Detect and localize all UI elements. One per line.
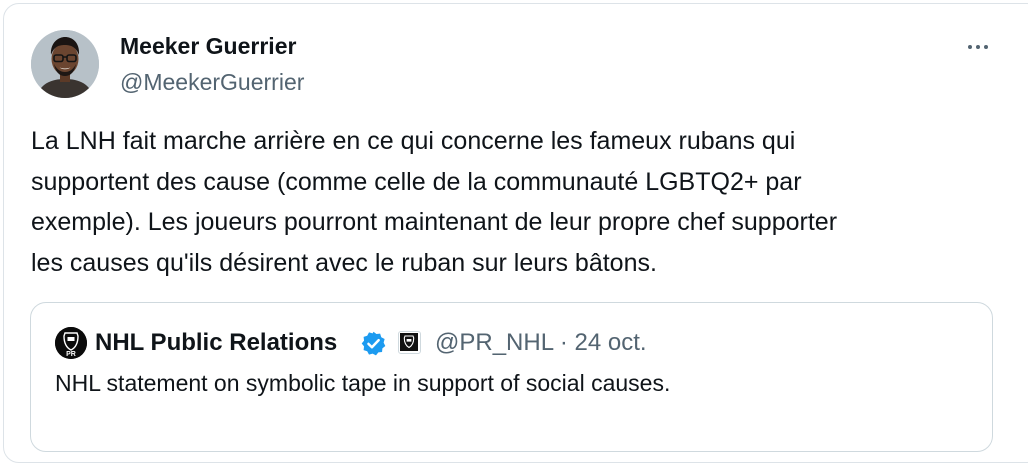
quoted-date[interactable]: 24 oct. [575, 329, 647, 356]
nhl-logo-icon [400, 333, 418, 351]
nhl-shield-icon: PR [55, 327, 87, 359]
author-name[interactable]: Meeker Guerrier [120, 31, 296, 61]
quoted-tweet[interactable]: PR NHL Public Relations @PR_NHL · 24 oct… [30, 302, 993, 452]
svg-text:PR: PR [66, 351, 76, 358]
verified-badge-icon [361, 331, 386, 356]
tweet-text-line: La LNH fait marche arrière en ce qui con… [31, 127, 796, 155]
nhl-affiliate-badge-icon [398, 331, 421, 354]
more-dot [968, 45, 972, 49]
author-avatar-image [31, 30, 99, 98]
tweet-text-line: supportent des cause (comme celle de la … [31, 167, 802, 196]
quoted-author-avatar[interactable]: PR [55, 327, 87, 359]
more-dot [976, 45, 980, 49]
separator: · [559, 329, 568, 356]
tweet-text-line: exemple). Les joueurs pourront maintenan… [31, 208, 838, 236]
more-dot [984, 45, 988, 49]
tweet-text-line: les causes qu'ils désirent avec le ruban… [31, 248, 657, 277]
quoted-tweet-text: NHL statement on symbolic tape in suppor… [55, 370, 671, 396]
more-options-icon[interactable] [958, 32, 998, 62]
author-handle[interactable]: @MeekerGuerrier [120, 67, 304, 97]
quoted-handle-and-date: @PR_NHL · 24 oct. [435, 327, 647, 359]
quoted-author-name[interactable]: NHL Public Relations [95, 327, 337, 359]
quoted-handle[interactable]: @PR_NHL [435, 329, 553, 356]
author-avatar[interactable] [31, 30, 99, 98]
tweet-text: La LNH fait marche arrière en ce qui con… [31, 121, 991, 283]
